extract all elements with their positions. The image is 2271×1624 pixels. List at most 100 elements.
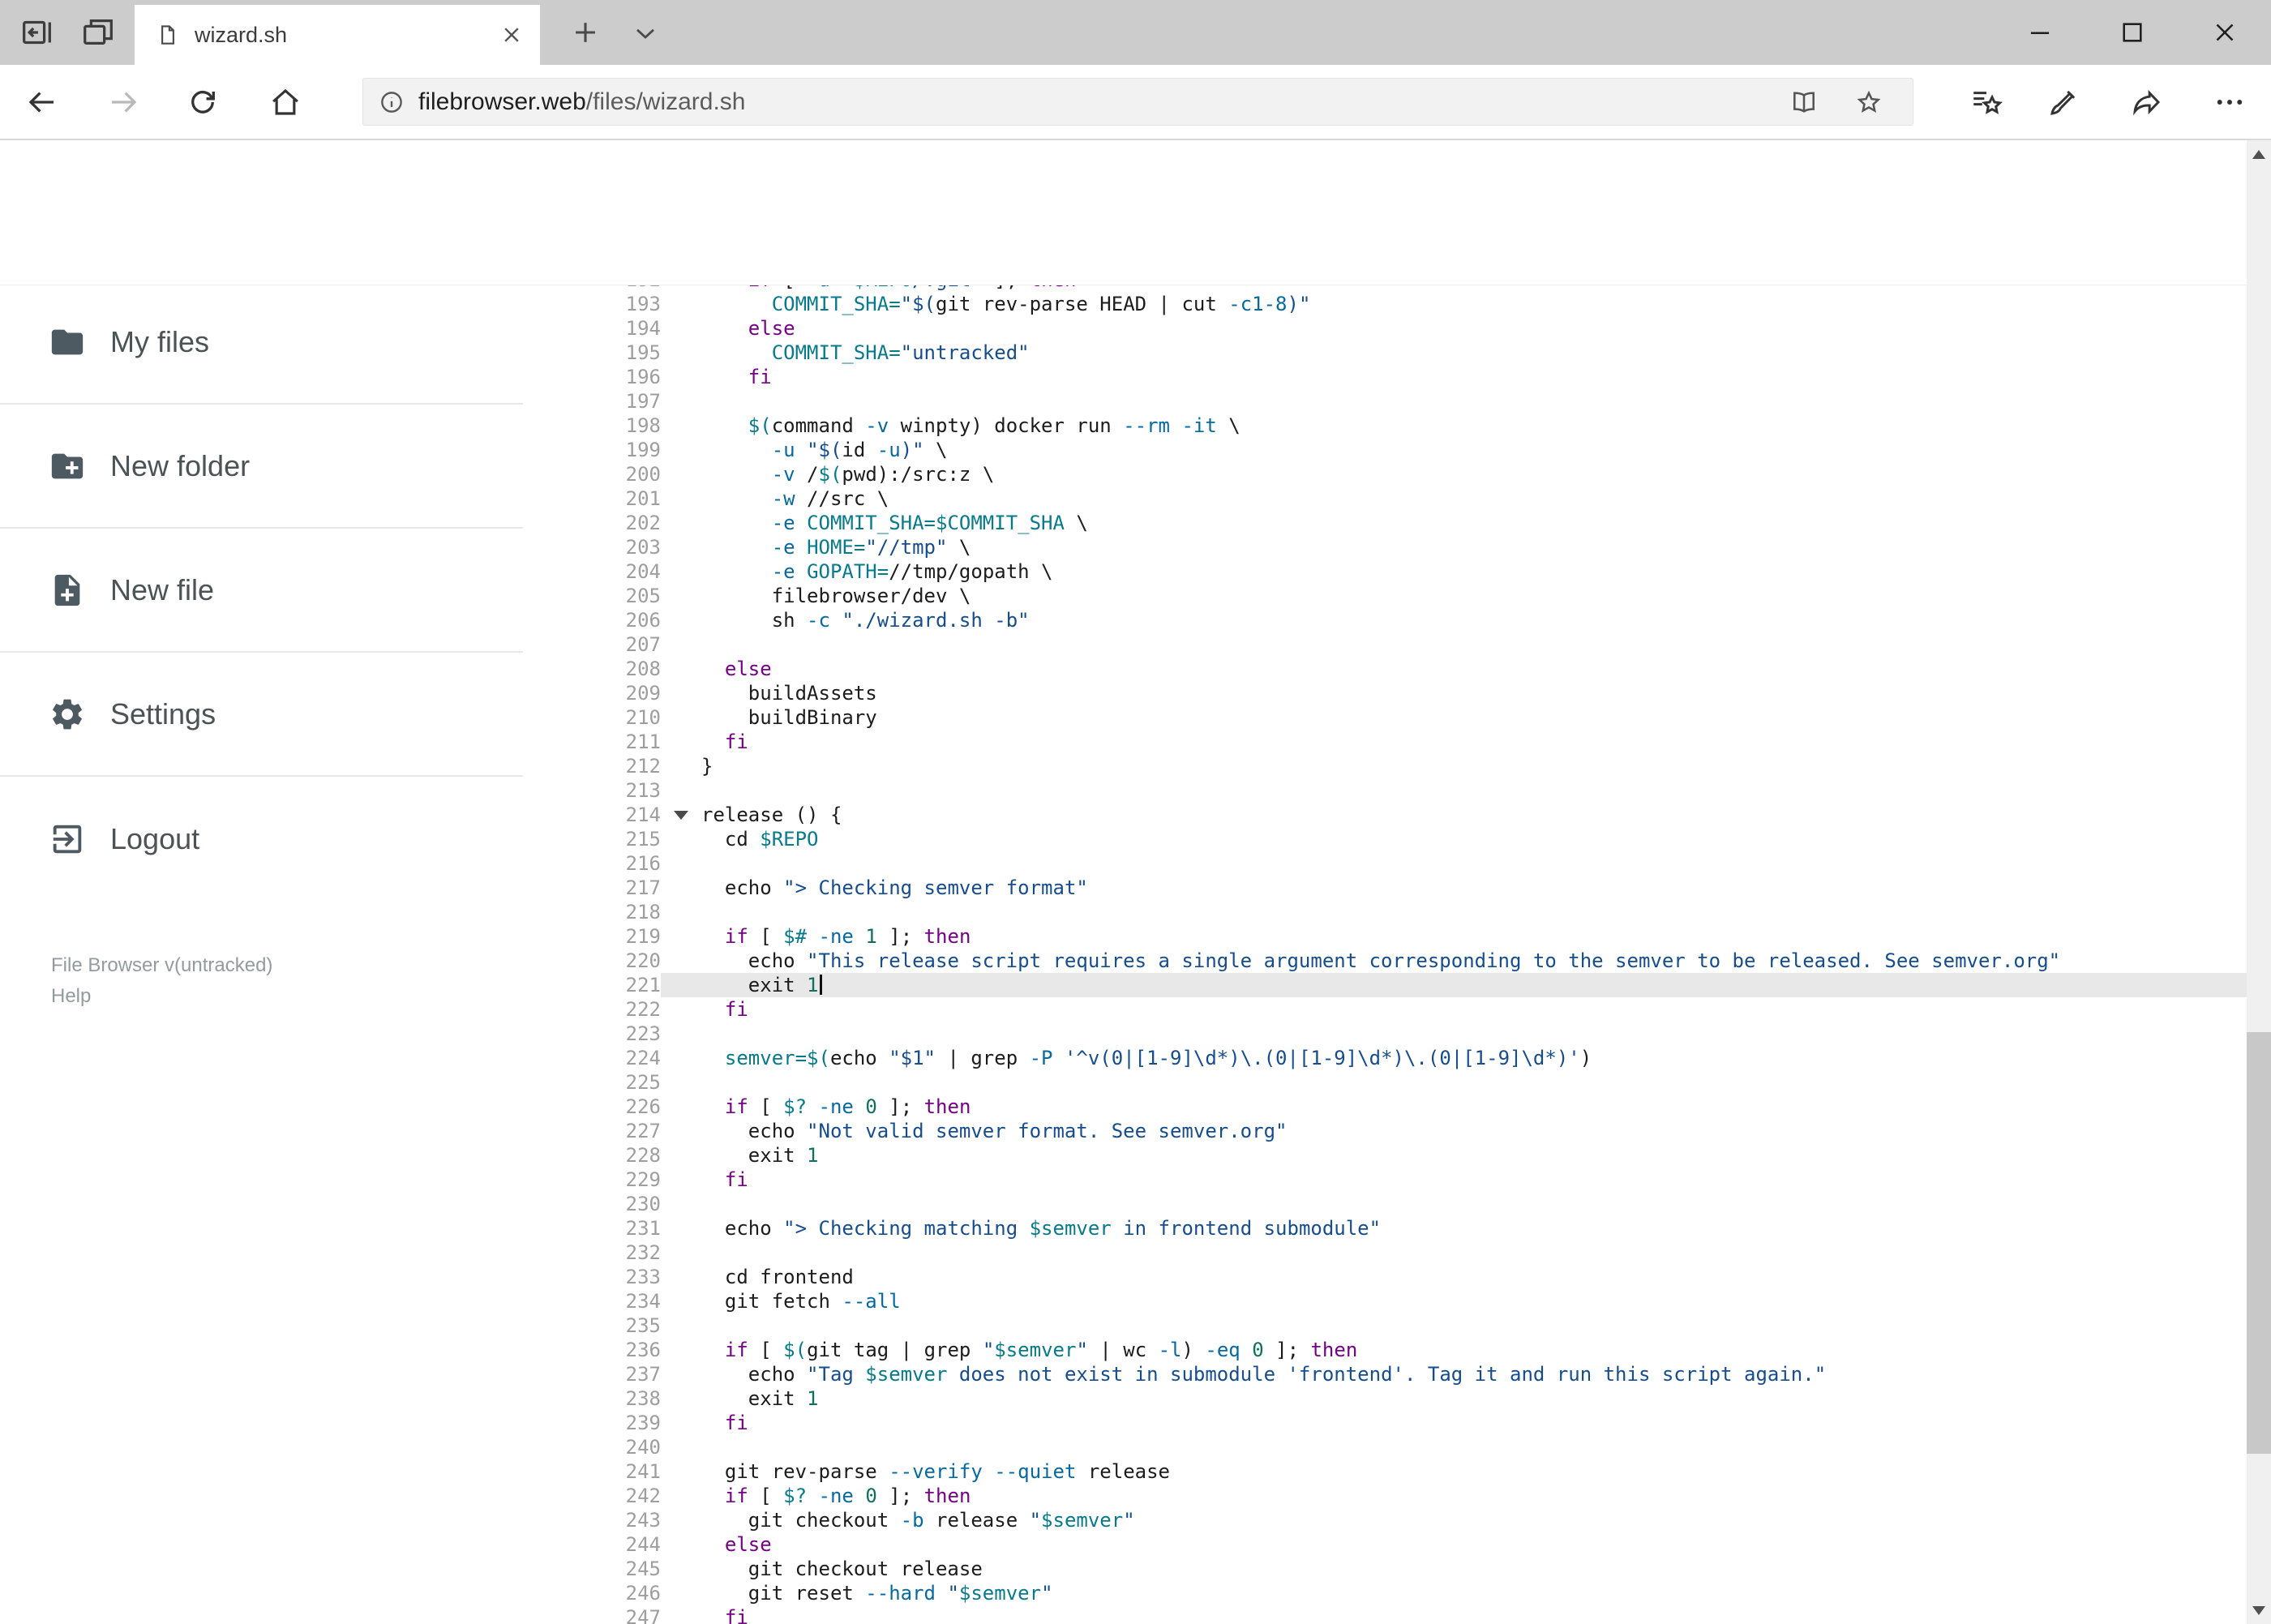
code-line[interactable]: 215 cd $REPO xyxy=(523,827,2247,851)
code-line[interactable]: 207 xyxy=(523,632,2247,657)
code-line[interactable]: 240 xyxy=(523,1435,2247,1459)
line-number: 218 xyxy=(625,901,661,923)
sidebar-item-my-files[interactable]: My files xyxy=(0,281,523,405)
scroll-down-button[interactable] xyxy=(2247,1596,2271,1624)
code-line[interactable]: 220 echo "This release script requires a… xyxy=(523,949,2247,973)
code-line[interactable]: 241 git rev-parse --verify --quiet relea… xyxy=(523,1459,2247,1484)
share-page-button[interactable] xyxy=(2121,76,2173,128)
code-line[interactable]: 196 fi xyxy=(523,365,2247,389)
home-icon xyxy=(268,85,302,119)
code-line[interactable]: 199 -u "$(id -u)" \ xyxy=(523,438,2247,462)
line-number: 212 xyxy=(625,755,661,778)
code-editor[interactable]: 192 if [ -d "$REPO/.git" ]; then193 COMM… xyxy=(523,285,2247,1624)
code-line[interactable]: 203 -e HOME="//tmp" \ xyxy=(523,535,2247,559)
code-line[interactable]: 200 -v /$(pwd):/src:z \ xyxy=(523,462,2247,486)
code-text: fi xyxy=(724,998,748,1021)
code-line[interactable]: 237 echo "Tag $semver does not exist in … xyxy=(523,1362,2247,1386)
code-line[interactable]: 239 fi xyxy=(523,1411,2247,1435)
code-line[interactable]: 202 -e COMMIT_SHA=$COMMIT_SHA \ xyxy=(523,511,2247,535)
code-line[interactable]: 226 if [ $? -ne 0 ]; then xyxy=(523,1095,2247,1119)
code-line[interactable]: 205 filebrowser/dev \ xyxy=(523,584,2247,608)
code-line[interactable]: 223 xyxy=(523,1022,2247,1046)
code-line[interactable]: 227 echo "Not valid semver format. See s… xyxy=(523,1119,2247,1143)
code-line[interactable]: 230 xyxy=(523,1192,2247,1216)
refresh-button[interactable] xyxy=(177,76,229,128)
sidebar-item-new-folder[interactable]: New folder xyxy=(0,405,523,529)
code-line[interactable]: 225 xyxy=(523,1070,2247,1095)
code-line[interactable]: 232 xyxy=(523,1240,2247,1265)
minimize-button[interactable] xyxy=(1994,0,2086,65)
back-button[interactable] xyxy=(16,76,68,128)
code-line[interactable]: 192 if [ -d "$REPO/.git" ]; then xyxy=(523,285,2247,292)
code-line[interactable]: 228 exit 1 xyxy=(523,1143,2247,1168)
sidebar-item-label: Logout xyxy=(110,821,200,855)
line-number: 209 xyxy=(625,682,661,705)
help-link[interactable]: Help xyxy=(51,981,272,1012)
code-line[interactable]: 210 buildBinary xyxy=(523,705,2247,730)
code-line[interactable]: 234 git fetch --all xyxy=(523,1289,2247,1313)
maximize-button[interactable] xyxy=(2086,0,2179,65)
code-line[interactable]: 195 COMMIT_SHA="untracked" xyxy=(523,341,2247,365)
code-line[interactable]: 204 -e GOPATH=//tmp/gopath \ xyxy=(523,559,2247,584)
tab-preview-button[interactable] xyxy=(79,14,117,51)
code-line[interactable]: 224 semver=$(echo "$1" | grep -P '^v(0|[… xyxy=(523,1046,2247,1070)
more-options-button[interactable] xyxy=(2204,76,2256,128)
code-line[interactable]: 231 echo "> Checking matching $semver in… xyxy=(523,1216,2247,1240)
code-line[interactable]: 235 xyxy=(523,1313,2247,1338)
reading-view-button[interactable] xyxy=(1789,88,1819,117)
site-info-icon[interactable] xyxy=(378,88,405,116)
code-line[interactable]: 222 fi xyxy=(523,997,2247,1022)
close-button[interactable] xyxy=(2179,0,2271,65)
hub-favorites-button[interactable] xyxy=(1960,76,2012,128)
code-line[interactable]: 243 git checkout -b release "$semver" xyxy=(523,1508,2247,1532)
code-line[interactable]: 201 -w //src \ xyxy=(523,486,2247,511)
code-line[interactable]: 238 exit 1 xyxy=(523,1386,2247,1411)
favorite-star-button[interactable] xyxy=(1854,88,1883,117)
scroll-up-button[interactable] xyxy=(2247,140,2271,168)
code-line[interactable]: 198 $(command -v winpty) docker run --rm… xyxy=(523,413,2247,438)
code-line[interactable]: 236 if [ $(git tag | grep "$semver" | wc… xyxy=(523,1338,2247,1362)
tab-close-button[interactable] xyxy=(498,21,525,49)
code-line[interactable]: 246 git reset --hard "$semver" xyxy=(523,1581,2247,1605)
page-scrollbar[interactable] xyxy=(2247,140,2271,1624)
home-button[interactable] xyxy=(259,76,311,128)
scrollbar-thumb[interactable] xyxy=(2247,1032,2271,1454)
code-line[interactable]: 233 cd frontend xyxy=(523,1265,2247,1289)
code-line[interactable]: 213 xyxy=(523,778,2247,803)
address-bar[interactable]: filebrowser.web/files/wizard.sh xyxy=(362,78,1913,126)
forward-button[interactable] xyxy=(97,76,149,128)
fold-arrow-icon[interactable] xyxy=(674,811,688,820)
code-line[interactable]: 242 if [ $? -ne 0 ]; then xyxy=(523,1484,2247,1508)
sidebar-item-logout[interactable]: Logout xyxy=(0,777,523,901)
code-line[interactable]: 193 COMMIT_SHA="$(git rev-parse HEAD | c… xyxy=(523,292,2247,316)
code-line[interactable]: 221 exit 1 xyxy=(523,973,2247,997)
browser-tab[interactable]: wizard.sh xyxy=(135,5,540,65)
code-line[interactable]: 245 git checkout release xyxy=(523,1557,2247,1581)
code-line[interactable]: 219 if [ $# -ne 1 ]; then xyxy=(523,924,2247,949)
web-note-button[interactable] xyxy=(2037,76,2089,128)
code-line[interactable]: 194 else xyxy=(523,316,2247,341)
sidebar-item-settings[interactable]: Settings xyxy=(0,653,523,777)
code-line[interactable]: 206 sh -c "./wizard.sh -b" xyxy=(523,608,2247,632)
url-text[interactable]: filebrowser.web/files/wizard.sh xyxy=(418,88,746,116)
code-line[interactable]: 217 echo "> Checking semver format" xyxy=(523,876,2247,900)
tab-list-dropdown-button[interactable] xyxy=(629,17,662,49)
new-tab-button[interactable] xyxy=(568,15,603,50)
code-line[interactable]: 211 fi xyxy=(523,730,2247,754)
code-line[interactable]: 229 fi xyxy=(523,1168,2247,1192)
set-tabs-aside-button[interactable] xyxy=(18,14,55,51)
code-text: echo "Tag $semver does not exist in subm… xyxy=(701,1363,1827,1386)
code-line[interactable]: 209 buildAssets xyxy=(523,681,2247,705)
code-line[interactable]: 218 xyxy=(523,900,2247,924)
line-number: 205 xyxy=(625,585,661,607)
code-line[interactable]: 214 release () { xyxy=(523,803,2247,827)
sidebar-footer: File Browser v(untracked) Help xyxy=(51,950,272,1012)
code-line[interactable]: 208 else xyxy=(523,657,2247,681)
sidebar-item-new-file[interactable]: New file xyxy=(0,529,523,653)
code-line[interactable]: 212} xyxy=(523,754,2247,778)
code-line[interactable]: 247 fi xyxy=(523,1605,2247,1624)
code-line[interactable]: 197 xyxy=(523,389,2247,413)
code-line[interactable]: 216 xyxy=(523,851,2247,876)
code-line[interactable]: 244 else xyxy=(523,1532,2247,1557)
